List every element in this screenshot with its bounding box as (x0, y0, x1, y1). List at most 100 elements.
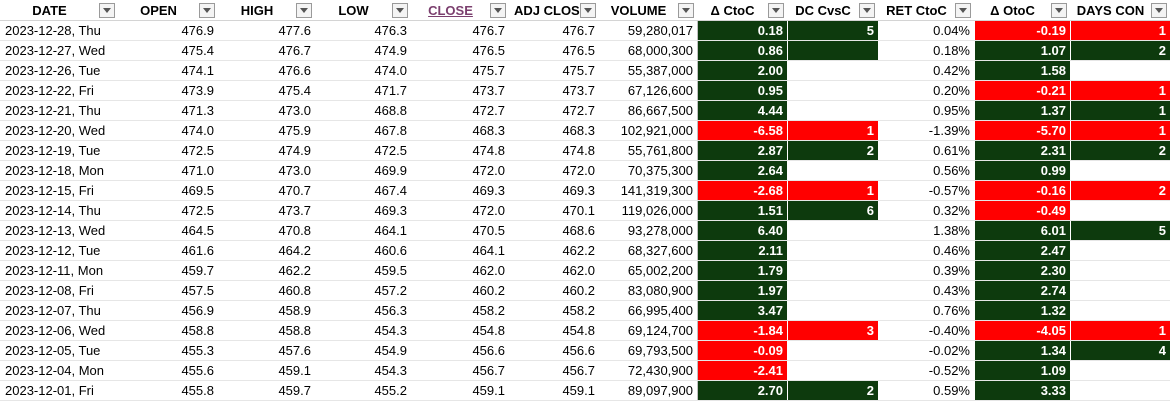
cell-dc-cvsc[interactable] (787, 240, 879, 261)
cell-dc-cvsc[interactable]: 2 (787, 380, 879, 401)
cell-delta-otoc[interactable]: 2.31 (974, 140, 1071, 161)
cell-days-con[interactable] (1070, 200, 1170, 221)
cell-low[interactable]: 454.3 (315, 360, 412, 381)
cell-volume[interactable]: 72,430,900 (599, 360, 698, 381)
cell-date[interactable]: 2023-12-11, Mon (0, 260, 119, 281)
cell-dc-cvsc[interactable]: 1 (787, 180, 879, 201)
cell-delta-ctoc[interactable]: 2.64 (697, 160, 788, 181)
cell-volume[interactable]: 55,387,000 (599, 60, 698, 81)
cell-dc-cvsc[interactable]: 3 (787, 320, 879, 341)
cell-high[interactable]: 459.7 (218, 380, 316, 401)
cell-ret-ctoc[interactable]: 0.46% (878, 240, 975, 261)
cell-days-con[interactable]: 1 (1070, 320, 1170, 341)
cell-delta-ctoc[interactable]: 6.40 (697, 220, 788, 241)
cell-delta-ctoc[interactable]: 2.11 (697, 240, 788, 261)
cell-date[interactable]: 2023-12-22, Fri (0, 80, 119, 101)
cell-open[interactable]: 474.1 (118, 60, 219, 81)
cell-adj-close[interactable]: 470.1 (509, 200, 600, 221)
cell-low[interactable]: 472.5 (315, 140, 412, 161)
cell-open[interactable]: 471.0 (118, 160, 219, 181)
cell-close[interactable]: 459.1 (411, 380, 510, 401)
cell-volume[interactable]: 59,280,017 (599, 20, 698, 41)
cell-days-con[interactable]: 1 (1070, 80, 1170, 101)
filter-dropdown-icon[interactable] (392, 3, 408, 18)
cell-volume[interactable]: 55,761,800 (599, 140, 698, 161)
cell-date[interactable]: 2023-12-07, Thu (0, 300, 119, 321)
cell-volume[interactable]: 68,327,600 (599, 240, 698, 261)
cell-ret-ctoc[interactable]: 0.42% (878, 60, 975, 81)
cell-close[interactable]: 454.8 (411, 320, 510, 341)
cell-close[interactable]: 462.0 (411, 260, 510, 281)
cell-date[interactable]: 2023-12-20, Wed (0, 120, 119, 141)
cell-low[interactable]: 469.9 (315, 160, 412, 181)
cell-adj-close[interactable]: 468.3 (509, 120, 600, 141)
cell-high[interactable]: 477.6 (218, 20, 316, 41)
cell-adj-close[interactable]: 456.7 (509, 360, 600, 381)
cell-open[interactable]: 471.3 (118, 100, 219, 121)
cell-days-con[interactable]: 5 (1070, 220, 1170, 241)
cell-volume[interactable]: 86,667,500 (599, 100, 698, 121)
cell-open[interactable]: 475.4 (118, 40, 219, 61)
filter-dropdown-icon[interactable] (1051, 3, 1067, 18)
cell-dc-cvsc[interactable]: 5 (787, 20, 879, 41)
cell-volume[interactable]: 89,097,900 (599, 380, 698, 401)
cell-days-con[interactable] (1070, 260, 1170, 281)
cell-adj-close[interactable]: 474.8 (509, 140, 600, 161)
cell-volume[interactable]: 69,793,500 (599, 340, 698, 361)
cell-high[interactable]: 459.1 (218, 360, 316, 381)
cell-delta-ctoc[interactable]: 1.79 (697, 260, 788, 281)
cell-volume[interactable]: 70,375,300 (599, 160, 698, 181)
cell-days-con[interactable] (1070, 380, 1170, 401)
cell-close[interactable]: 458.2 (411, 300, 510, 321)
cell-close[interactable]: 474.8 (411, 140, 510, 161)
cell-ret-ctoc[interactable]: 0.95% (878, 100, 975, 121)
cell-volume[interactable]: 68,000,300 (599, 40, 698, 61)
cell-dc-cvsc[interactable] (787, 100, 879, 121)
cell-ret-ctoc[interactable]: 0.43% (878, 280, 975, 301)
cell-date[interactable]: 2023-12-27, Wed (0, 40, 119, 61)
cell-dc-cvsc[interactable] (787, 300, 879, 321)
cell-delta-ctoc[interactable]: -6.58 (697, 120, 788, 141)
cell-close[interactable]: 456.6 (411, 340, 510, 361)
cell-delta-otoc[interactable]: 6.01 (974, 220, 1071, 241)
cell-delta-otoc[interactable]: 2.74 (974, 280, 1071, 301)
filter-dropdown-icon[interactable] (490, 3, 506, 18)
cell-adj-close[interactable]: 458.2 (509, 300, 600, 321)
cell-high[interactable]: 470.7 (218, 180, 316, 201)
cell-close[interactable]: 460.2 (411, 280, 510, 301)
cell-delta-otoc[interactable]: -0.19 (974, 20, 1071, 41)
cell-dc-cvsc[interactable] (787, 40, 879, 61)
cell-dc-cvsc[interactable]: 1 (787, 120, 879, 141)
cell-low[interactable]: 459.5 (315, 260, 412, 281)
cell-delta-ctoc[interactable]: 3.47 (697, 300, 788, 321)
cell-low[interactable]: 455.2 (315, 380, 412, 401)
cell-ret-ctoc[interactable]: 0.76% (878, 300, 975, 321)
cell-low[interactable]: 454.9 (315, 340, 412, 361)
cell-low[interactable]: 467.8 (315, 120, 412, 141)
cell-volume[interactable]: 83,080,900 (599, 280, 698, 301)
cell-ret-ctoc[interactable]: -0.52% (878, 360, 975, 381)
cell-date[interactable]: 2023-12-08, Fri (0, 280, 119, 301)
filter-dropdown-icon[interactable] (859, 3, 875, 18)
cell-dc-cvsc[interactable]: 6 (787, 200, 879, 221)
cell-close[interactable]: 472.7 (411, 100, 510, 121)
filter-dropdown-icon[interactable] (678, 3, 694, 18)
cell-open[interactable]: 464.5 (118, 220, 219, 241)
cell-delta-otoc[interactable]: 1.07 (974, 40, 1071, 61)
cell-adj-close[interactable]: 460.2 (509, 280, 600, 301)
cell-low[interactable]: 464.1 (315, 220, 412, 241)
cell-date[interactable]: 2023-12-05, Tue (0, 340, 119, 361)
cell-adj-close[interactable]: 472.0 (509, 160, 600, 181)
cell-date[interactable]: 2023-12-19, Tue (0, 140, 119, 161)
cell-high[interactable]: 473.0 (218, 160, 316, 181)
filter-dropdown-icon[interactable] (955, 3, 971, 18)
cell-open[interactable]: 469.5 (118, 180, 219, 201)
cell-delta-ctoc[interactable]: 2.87 (697, 140, 788, 161)
cell-dc-cvsc[interactable] (787, 260, 879, 281)
cell-adj-close[interactable]: 459.1 (509, 380, 600, 401)
cell-high[interactable]: 457.6 (218, 340, 316, 361)
cell-delta-otoc[interactable]: 1.34 (974, 340, 1071, 361)
cell-delta-otoc[interactable]: -0.49 (974, 200, 1071, 221)
cell-high[interactable]: 473.0 (218, 100, 316, 121)
cell-volume[interactable]: 93,278,000 (599, 220, 698, 241)
